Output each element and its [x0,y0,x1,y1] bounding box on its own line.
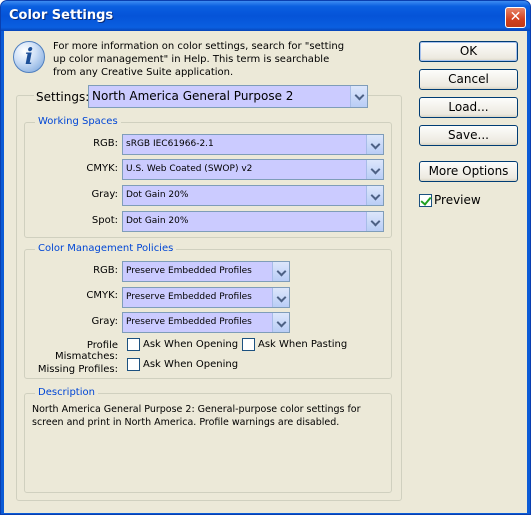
working-spaces-title: Working Spaces [35,116,121,127]
chevron-down-icon[interactable] [272,262,289,281]
settings-value: North America General Purpose 2 [92,89,294,103]
description-title: Description [35,387,98,398]
preview-checkbox[interactable] [419,194,432,207]
missing-profiles-label: Missing Profiles: [37,364,118,375]
description-text: North America General Purpose 2: General… [32,404,361,428]
ws-spot-select[interactable]: Dot Gain 20% [122,211,384,232]
chevron-down-icon[interactable] [350,86,367,107]
info-text: For more information on color settings, … [53,41,345,78]
ask-when-opening-label: Ask When Opening [143,339,239,350]
info-icon: i [13,41,45,73]
chevron-down-icon[interactable] [272,288,289,307]
color-settings-window: Color Settings ✕ i For more information … [0,0,531,515]
profile-mismatches-label: Profile Mismatches: [55,340,118,362]
ws-rgb-label: RGB: [93,138,118,149]
ok-button[interactable]: OK [419,41,518,62]
cancel-button[interactable]: Cancel [419,69,518,90]
ws-cmyk-select[interactable]: U.S. Web Coated (SWOP) v2 [122,159,384,180]
window-title: Color Settings [9,8,114,23]
ask-when-pasting-checkbox[interactable] [242,338,255,351]
ws-spot-label: Spot: [91,215,118,226]
ws-cmyk-value: U.S. Web Coated (SWOP) v2 [126,164,253,174]
ws-rgb-value: sRGB IEC61966-2.1 [126,139,214,149]
pol-cmyk-label: CMYK: [86,290,118,301]
pol-gray-value: Preserve Embedded Profiles [126,317,252,327]
pol-rgb-label: RGB: [93,265,118,276]
chevron-down-icon[interactable] [272,313,289,332]
ws-gray-select[interactable]: Dot Gain 20% [122,185,384,206]
title-bar[interactable]: Color Settings ✕ [1,1,530,31]
policies-title: Color Management Policies [35,243,177,254]
settings-select[interactable]: North America General Purpose 2 [88,85,368,108]
ws-rgb-select[interactable]: sRGB IEC61966-2.1 [122,134,384,155]
pol-gray-select[interactable]: Preserve Embedded Profiles [122,312,290,333]
ws-gray-value: Dot Gain 20% [126,190,189,200]
preview-label: Preview [434,193,481,207]
load-button[interactable]: Load... [419,97,518,118]
ws-gray-label: Gray: [91,189,118,200]
pol-cmyk-select[interactable]: Preserve Embedded Profiles [122,287,290,308]
missing-ask-when-opening-label: Ask When Opening [143,359,239,370]
pol-cmyk-value: Preserve Embedded Profiles [126,292,252,302]
ask-when-opening-checkbox[interactable] [127,338,140,351]
close-icon[interactable]: ✕ [505,7,526,28]
dialog-body: i For more information on color settings… [4,31,527,513]
ws-spot-value: Dot Gain 20% [126,216,189,226]
pol-rgb-value: Preserve Embedded Profiles [126,266,252,276]
info-glyph: i [24,44,34,70]
ask-when-pasting-label: Ask When Pasting [258,339,348,350]
chevron-down-icon[interactable] [366,212,383,231]
ws-cmyk-label: CMYK: [86,163,118,174]
save-button[interactable]: Save... [419,125,518,146]
chevron-down-icon[interactable] [366,160,383,179]
chevron-down-icon[interactable] [366,135,383,154]
pol-rgb-select[interactable]: Preserve Embedded Profiles [122,261,290,282]
chevron-down-icon[interactable] [366,186,383,205]
more-options-button[interactable]: More Options [419,161,518,182]
pol-gray-label: Gray: [91,316,118,327]
settings-label: Settings: [34,90,92,104]
missing-ask-when-opening-checkbox[interactable] [127,358,140,371]
